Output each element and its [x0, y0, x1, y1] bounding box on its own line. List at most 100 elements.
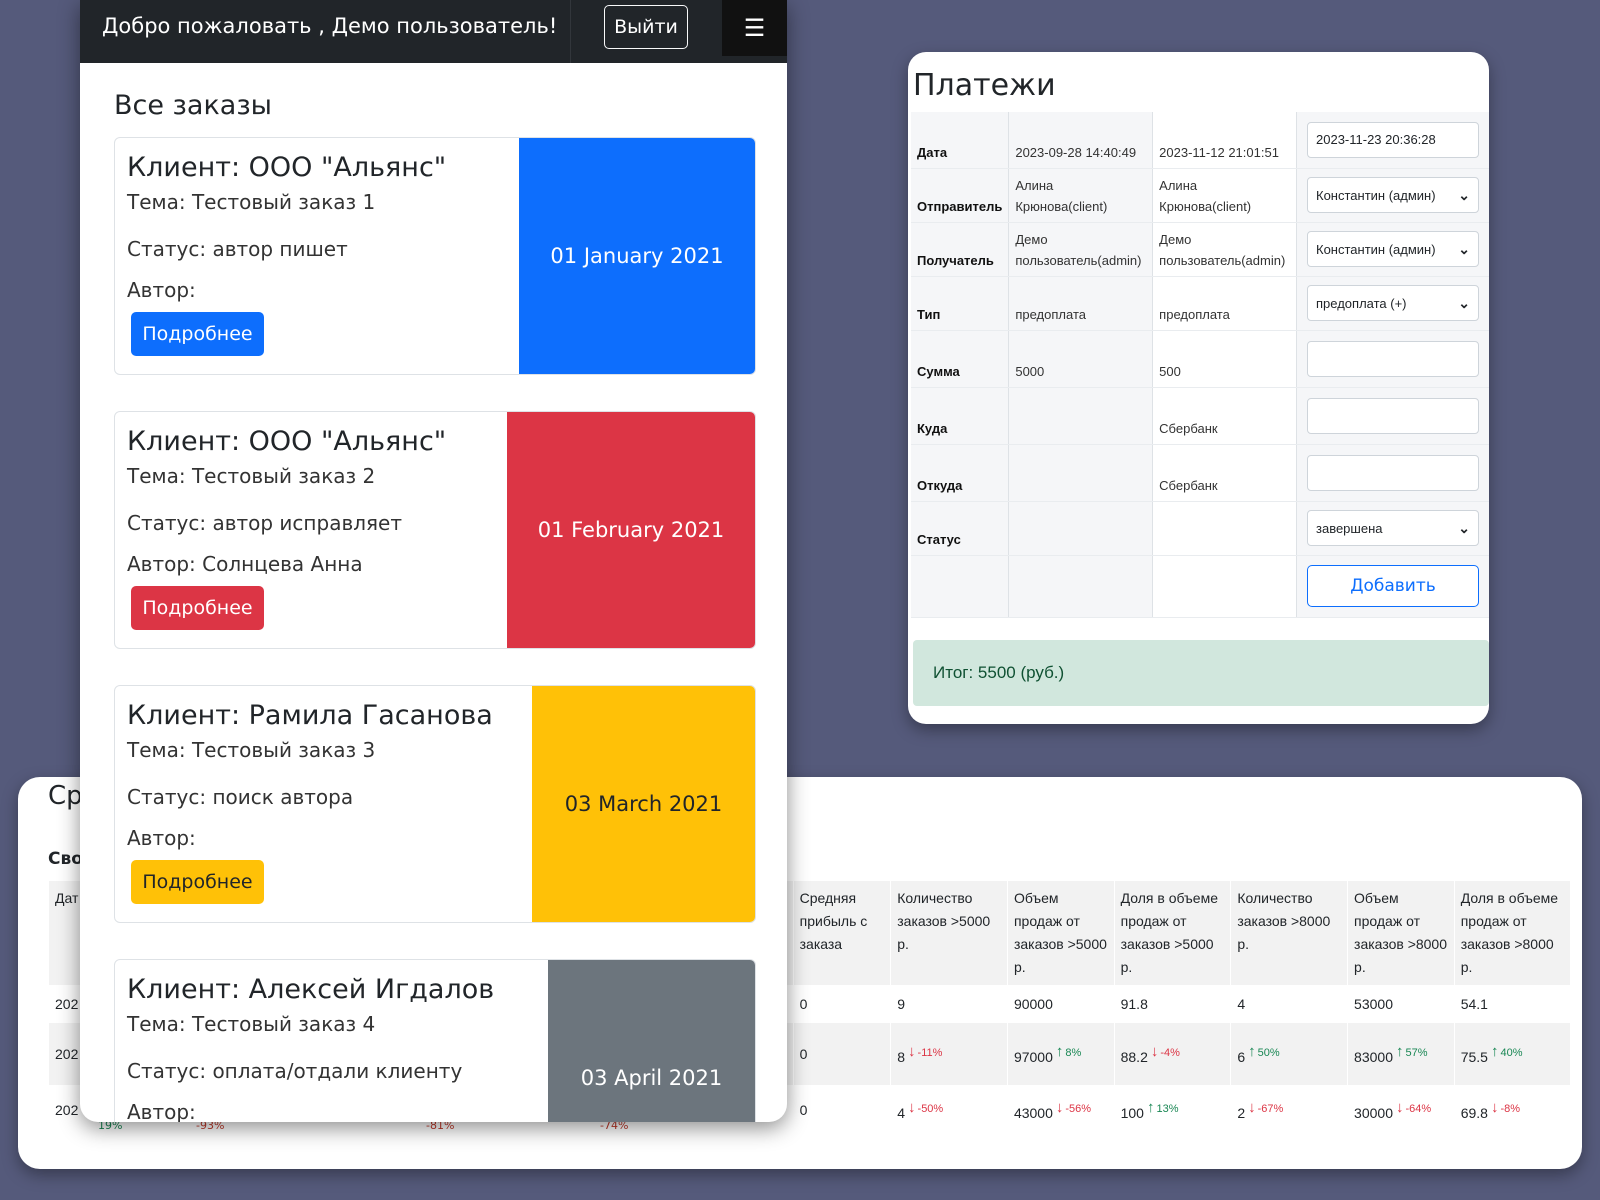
col-header: Количество заказов >8000 р. — [1230, 881, 1348, 985]
order-author: Автор: Солнцева Анна — [127, 552, 363, 576]
payments-row-status: Статус завершена ⌄ — [911, 501, 1489, 556]
delta-badge: ↓ -11% — [908, 1043, 943, 1060]
payment-date: 2023-11-12 21:01:51 — [1152, 112, 1297, 169]
delta-badge: ↑ 8% — [1055, 1043, 1082, 1060]
stats-cell: 90000 — [1006, 985, 1115, 1023]
order-date: 03 April 2021 — [548, 960, 755, 1122]
order-client: Клиент: ООО "Альянс" — [127, 152, 447, 183]
delta-badge: ↑ 57% — [1395, 1043, 1428, 1060]
stats-cell: 75.5 ↑ 40% — [1453, 1023, 1570, 1085]
payment-sender: Алина Крюнова(client) — [1152, 168, 1297, 223]
payments-row-date: Дата 2023-09-28 14:40:49 2023-11-12 21:0… — [911, 112, 1489, 169]
arrow-down-icon: ↓ — [1395, 1099, 1404, 1116]
chevron-down-icon: ⌄ — [1458, 186, 1470, 203]
payment-from — [1008, 444, 1153, 502]
payments-row-from: Откуда Сбербанк — [911, 444, 1489, 502]
stats-cell: 0 — [792, 1023, 891, 1085]
row-label: Получатель — [911, 222, 1009, 277]
delta-badge: ↑ 50% — [1248, 1043, 1280, 1060]
payments-title: Платежи — [913, 68, 1056, 103]
sender-select[interactable]: Константин (админ) ⌄ — [1307, 177, 1479, 213]
chevron-down-icon: ⌄ — [1458, 519, 1470, 536]
order-topic: Тема: Тестовый заказ 1 — [127, 190, 376, 214]
payment-receiver: Демо пользователь(admin) — [1152, 222, 1297, 277]
orders-screen: Добро пожаловать , Демо пользователь! Вы… — [80, 0, 787, 1122]
payment-from: Сбербанк — [1152, 444, 1297, 502]
stats-cell: 4 ↓ -50% — [890, 1085, 1008, 1135]
details-button[interactable]: Подробнее — [131, 312, 264, 356]
receiver-select[interactable]: Константин (админ) ⌄ — [1307, 231, 1479, 267]
delta-badge: ↓ -4% — [1150, 1043, 1180, 1060]
from-input[interactable] — [1307, 454, 1479, 491]
stats-cell: 8 ↓ -11% — [890, 1023, 1008, 1085]
details-button[interactable]: Подробнее — [131, 860, 264, 904]
payments-row-actions: Добавить — [911, 555, 1489, 618]
logout-button[interactable]: Выйти — [604, 5, 688, 49]
delta-badge: ↓ -67% — [1248, 1099, 1284, 1116]
arrow-up-icon: ↑ — [1055, 1043, 1064, 1060]
stats-cell: 0 — [792, 985, 891, 1023]
menu-icon[interactable]: ☰ — [722, 0, 787, 56]
col-header: Объем продаж от заказов >8000 р. — [1347, 881, 1455, 985]
add-payment-button[interactable]: Добавить — [1307, 565, 1479, 607]
payment-sender: Алина Крюнова(client) — [1008, 168, 1153, 223]
payments-row-sender: Отправитель Алина Крюнова(client) Алина … — [911, 168, 1489, 223]
row-label: Куда — [911, 387, 1009, 445]
date-input[interactable]: 2023-11-23 20:36:28 — [1307, 121, 1479, 158]
order-status: Статус: автор исправляет — [127, 511, 403, 535]
order-date: 01 February 2021 — [507, 412, 755, 648]
stats-title: Ср — [48, 781, 83, 811]
chevron-down-icon: ⌄ — [1458, 240, 1470, 257]
payment-type: предоплата — [1008, 276, 1153, 331]
delta-badge: ↑ 13% — [1146, 1099, 1179, 1116]
col-header: Средняя прибыль с заказа — [792, 881, 891, 985]
payments-table: Дата 2023-09-28 14:40:49 2023-11-12 21:0… — [911, 112, 1489, 618]
navbar-divider — [570, 0, 571, 63]
order-topic: Тема: Тестовый заказ 4 — [127, 1012, 376, 1036]
arrow-up-icon: ↑ — [1248, 1043, 1256, 1060]
delta-badge: ↓ -56% — [1055, 1099, 1092, 1116]
payments-panel: Платежи Дата 2023-09-28 14:40:49 2023-11… — [908, 52, 1489, 724]
arrow-up-icon: ↑ — [1395, 1043, 1404, 1060]
order-client: Клиент: Рамила Гасанова — [127, 700, 493, 731]
amount-input[interactable] — [1307, 340, 1479, 377]
order-date: 03 March 2021 — [532, 686, 755, 922]
row-label: Статус — [911, 501, 1009, 556]
payment-date: 2023-09-28 14:40:49 — [1008, 112, 1153, 169]
stats-cell: 88.2 ↓ -4% — [1113, 1023, 1231, 1085]
details-button[interactable]: Подробнее — [131, 586, 264, 630]
col-header: Количество заказов >5000 р. — [890, 881, 1008, 985]
stats-cell: 9 — [890, 985, 1008, 1023]
arrow-down-icon: ↓ — [1490, 1099, 1499, 1116]
payments-row-receiver: Получатель Демо пользователь(admin) Демо… — [911, 222, 1489, 277]
order-card: Клиент: ООО "Альянс" Тема: Тестовый заказ… — [114, 411, 756, 649]
col-header: Объем продаж от заказов >5000 р. — [1006, 881, 1115, 985]
stats-cell: 30000 ↓ -64% — [1347, 1085, 1455, 1135]
stats-cell: 54.1 — [1453, 985, 1570, 1023]
arrow-up-icon: ↑ — [1490, 1043, 1499, 1060]
order-date: 01 January 2021 — [519, 138, 755, 374]
arrow-up-icon: ↑ — [1146, 1099, 1155, 1116]
delta-badge: ↑ 40% — [1490, 1043, 1523, 1060]
order-client: Клиент: Алексей Игдалов — [127, 974, 495, 1005]
order-client: Клиент: ООО "Альянс" — [127, 426, 447, 457]
payment-status — [1152, 501, 1297, 556]
order-status: Статус: оплата/отдали клиенту — [127, 1059, 463, 1083]
payments-row-amount: Сумма 5000 500 — [911, 330, 1489, 388]
row-label: Дата — [911, 112, 1009, 169]
order-card: Клиент: Алексей Игдалов Тема: Тестовый за… — [114, 959, 756, 1122]
payments-total: Итог: 5500 (руб.) — [913, 640, 1489, 706]
navbar: Добро пожаловать , Демо пользователь! Вы… — [80, 0, 787, 63]
stats-cell: 43000 ↓ -56% — [1006, 1085, 1115, 1135]
payments-row-type: Тип предоплата предоплата предоплата (+)… — [911, 276, 1489, 331]
to-input[interactable] — [1307, 397, 1479, 434]
status-select[interactable]: завершена ⌄ — [1307, 510, 1479, 546]
row-label: Сумма — [911, 330, 1009, 388]
payment-status — [1008, 501, 1153, 556]
col-header: Доля в объеме продаж от заказов >5000 р. — [1113, 881, 1231, 985]
type-select[interactable]: предоплата (+) ⌄ — [1307, 285, 1479, 321]
payment-amount: 5000 — [1008, 330, 1153, 388]
arrow-down-icon: ↓ — [1150, 1043, 1159, 1060]
order-author: Автор: — [127, 278, 196, 302]
order-topic: Тема: Тестовый заказ 3 — [127, 738, 376, 762]
